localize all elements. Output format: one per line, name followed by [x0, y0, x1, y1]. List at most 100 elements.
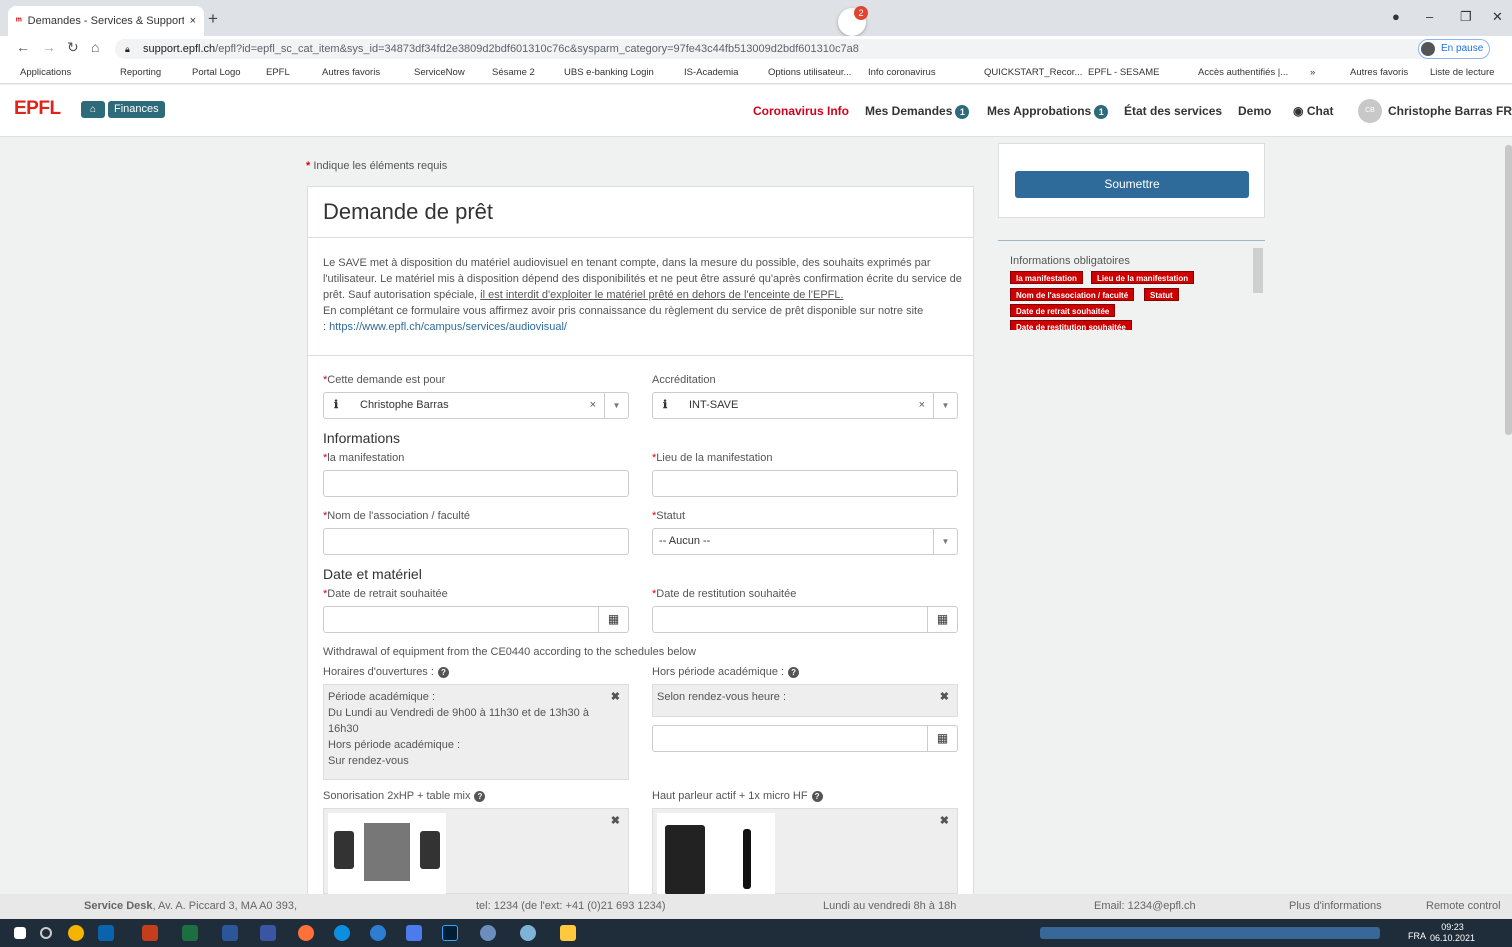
powerpoint-icon[interactable]: [142, 925, 158, 941]
nav-coronavirus[interactable]: Coronavirus Info: [753, 104, 849, 118]
bookmark[interactable]: EPFL - SESAME: [1088, 67, 1159, 78]
nav-demo[interactable]: Demo: [1238, 104, 1271, 118]
window-close-icon[interactable]: ✕: [1492, 9, 1503, 25]
chrome-icon[interactable]: [68, 925, 84, 941]
visio-icon[interactable]: [260, 925, 276, 941]
forward-icon[interactable]: →: [42, 39, 56, 55]
close-icon[interactable]: ✖: [940, 813, 949, 829]
photoshop-icon[interactable]: [442, 925, 458, 941]
calendar-icon[interactable]: ▦: [599, 606, 629, 633]
bookmark[interactable]: Reporting: [120, 67, 161, 78]
page-scrollbar[interactable]: [1505, 145, 1512, 435]
bookmark[interactable]: Portal Logo: [192, 67, 241, 78]
system-clock[interactable]: 09:23 06.10.2021: [1430, 922, 1475, 944]
outlook-icon[interactable]: [98, 925, 114, 941]
back-icon[interactable]: ←: [16, 39, 30, 55]
word-icon[interactable]: [222, 925, 238, 941]
bookmark[interactable]: Info coronavirus: [868, 67, 936, 78]
bookmark[interactable]: EPFL: [266, 67, 290, 78]
file-explorer-icon[interactable]: [560, 925, 576, 941]
nav-user[interactable]: Christophe Barras: [1388, 104, 1493, 118]
lieu-input[interactable]: [652, 470, 958, 497]
date-retrait-input[interactable]: [323, 606, 599, 633]
bookmark[interactable]: UBS e-banking Login: [564, 67, 654, 78]
excel-icon[interactable]: [182, 925, 198, 941]
epfl-logo[interactable]: EPFL: [14, 98, 61, 120]
nav-etat-services[interactable]: État des services: [1124, 104, 1222, 118]
audiovisual-link[interactable]: https://www.epfl.ch/campus/services/audi…: [329, 321, 567, 333]
zoom-icon[interactable]: [406, 925, 422, 941]
help-icon[interactable]: ?: [437, 667, 449, 678]
chat-bubble-icon[interactable]: 2: [838, 6, 868, 36]
manifestation-input[interactable]: [323, 470, 629, 497]
app-icon[interactable]: [520, 925, 536, 941]
nav-lang[interactable]: FR: [1496, 104, 1512, 118]
date-restitution-input[interactable]: [652, 606, 928, 633]
close-icon[interactable]: ✖: [611, 689, 620, 705]
avatar[interactable]: CB: [1358, 99, 1382, 123]
rendez-vous-date-input[interactable]: [652, 725, 928, 752]
url-field[interactable]: 🔒︎ support.epfl.ch/epfl?id=epfl_sc_cat_i…: [115, 39, 1490, 59]
bookmarks-overflow[interactable]: »: [1310, 67, 1315, 78]
search-icon[interactable]: [40, 927, 52, 939]
footer-remote-link[interactable]: Remote control: [1426, 900, 1501, 912]
help-icon[interactable]: ?: [811, 791, 823, 802]
bookmark[interactable]: ServiceNow: [414, 67, 465, 78]
clear-icon[interactable]: ×: [590, 393, 596, 418]
bookmark[interactable]: Applications: [20, 67, 71, 78]
help-icon[interactable]: ?: [474, 791, 486, 802]
panel-scrollbar[interactable]: [1253, 248, 1263, 293]
footer-more-link[interactable]: Plus d'informations: [1289, 900, 1382, 912]
mandatory-tag[interactable]: Lieu de la manifestation: [1091, 271, 1195, 284]
windows-start-icon[interactable]: [14, 927, 26, 939]
mandatory-tag[interactable]: Date de restitution souhaitée: [1010, 320, 1132, 330]
profile-dot-icon[interactable]: ●: [1392, 9, 1400, 24]
bookmark[interactable]: Options utilisateur...: [768, 67, 851, 78]
home-button[interactable]: ⌂: [81, 101, 105, 118]
submit-button[interactable]: Soumettre: [1015, 171, 1249, 198]
footer-email[interactable]: Email: 1234@epfl.ch: [1094, 900, 1196, 912]
browser-tab[interactable]: ᵐ Demandes - Services & Support ×: [8, 6, 204, 36]
demande-pour-select[interactable]: ℹ Christophe Barras × ▼: [323, 392, 629, 419]
mandatory-tag[interactable]: Date de retrait souhaitée: [1010, 304, 1116, 317]
finances-button[interactable]: Finances: [108, 101, 165, 118]
bookmark[interactable]: Accès authentifiés |...: [1198, 67, 1288, 78]
association-input[interactable]: [323, 528, 629, 555]
mandatory-tag[interactable]: Statut: [1144, 288, 1179, 301]
chevron-down-icon[interactable]: ▼: [933, 529, 957, 554]
new-tab-button[interactable]: +: [208, 9, 218, 29]
firefox-icon[interactable]: [298, 925, 314, 941]
input-language[interactable]: FRA: [1408, 931, 1426, 941]
bookmark[interactable]: IS-Academia: [684, 67, 738, 78]
app-icon[interactable]: [480, 925, 496, 941]
calendar-icon[interactable]: ▦: [928, 725, 958, 752]
accreditation-select[interactable]: ℹ INT-SAVE × ▼: [652, 392, 958, 419]
chevron-down-icon[interactable]: ▼: [933, 393, 957, 418]
close-icon[interactable]: ✖: [611, 813, 620, 829]
reading-list[interactable]: Liste de lecture: [1430, 67, 1494, 78]
calendar-icon[interactable]: ▦: [928, 606, 958, 633]
help-icon[interactable]: ?: [788, 667, 800, 678]
nav-mes-approbations[interactable]: Mes Approbations 1: [987, 104, 1109, 119]
bookmark[interactable]: Autres favoris: [1350, 67, 1408, 78]
edge-icon[interactable]: [334, 925, 350, 941]
media-icon[interactable]: [370, 925, 386, 941]
close-icon[interactable]: ✖: [940, 689, 949, 705]
bookmark[interactable]: QUICKSTART_Recor...: [984, 67, 1082, 78]
nav-mes-demandes[interactable]: Mes Demandes 1: [865, 104, 970, 119]
nav-chat[interactable]: ◉ Chat: [1293, 104, 1334, 118]
home-icon[interactable]: ⌂: [91, 39, 99, 55]
tab-close-icon[interactable]: ×: [190, 15, 196, 27]
pause-chip[interactable]: En pause: [1418, 39, 1491, 59]
bookmark[interactable]: Sésame 2: [492, 67, 535, 78]
restore-icon[interactable]: ❐: [1460, 9, 1472, 25]
mandatory-tag[interactable]: la manifestation: [1010, 271, 1083, 284]
system-tray-icons[interactable]: [1040, 927, 1380, 939]
mandatory-tag[interactable]: Nom de l'association / faculté: [1010, 288, 1135, 301]
minimize-icon[interactable]: –: [1426, 9, 1433, 24]
chevron-down-icon[interactable]: ▼: [604, 393, 628, 418]
bookmark[interactable]: Autres favoris: [322, 67, 380, 78]
reload-icon[interactable]: ↻: [67, 39, 79, 56]
clear-icon[interactable]: ×: [919, 393, 925, 418]
statut-select[interactable]: -- Aucun -- ▼: [652, 528, 958, 555]
